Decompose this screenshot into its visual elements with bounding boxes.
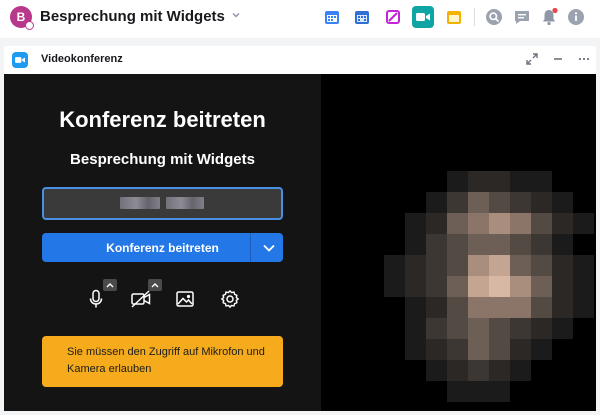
bell-icon[interactable]	[539, 7, 559, 27]
join-options-chevron-icon[interactable]	[261, 240, 277, 256]
header-divider	[474, 8, 475, 26]
camera-preview-image	[384, 171, 594, 402]
calendar-icon[interactable]	[322, 7, 342, 27]
video-widget-icon	[12, 52, 28, 68]
window-icon[interactable]	[444, 7, 464, 27]
chevron-down-icon	[231, 10, 241, 23]
microphone-options-caret-icon[interactable]	[103, 279, 117, 291]
room-avatar-letter: B	[16, 10, 26, 24]
virtual-background-icon[interactable]	[174, 288, 196, 310]
camera-preview	[321, 74, 596, 411]
display-name-obscured	[120, 197, 204, 209]
threads-icon[interactable]	[512, 7, 532, 27]
room-name: Besprechung mit Widgets	[40, 8, 225, 25]
presence-dot	[25, 21, 34, 30]
widget-title: Videokonferenz	[41, 53, 123, 65]
search-icon[interactable]	[484, 7, 504, 27]
conference-heading: Konferenz beitreten	[59, 107, 266, 132]
conference-room-name: Besprechung mit Widgets	[70, 151, 255, 168]
calendar-grid-icon[interactable]	[352, 7, 372, 27]
settings-gear-icon[interactable]	[219, 288, 241, 310]
whiteboard-icon[interactable]	[383, 7, 403, 27]
camera-options-caret-icon[interactable]	[148, 279, 162, 291]
room-name-dropdown[interactable]: Besprechung mit Widgets	[40, 8, 241, 25]
join-conference-label: Konferenz beitreten	[106, 240, 219, 255]
conference-prejoin: Konferenz beitreten Besprechung mit Widg…	[4, 74, 596, 411]
room-avatar[interactable]: B	[10, 6, 34, 30]
video-camera-icon[interactable]	[412, 6, 434, 28]
more-options-icon[interactable]	[576, 51, 592, 67]
camera-off-icon[interactable]	[130, 288, 152, 310]
widget-header: Videokonferenz	[4, 46, 596, 74]
maximize-icon[interactable]	[524, 51, 540, 67]
room-header: B Besprechung mit Widgets	[0, 0, 600, 38]
info-icon[interactable]	[566, 7, 586, 27]
permission-warning: Sie müssen den Zugriff auf Mikrofon und …	[42, 336, 283, 387]
join-conference-button[interactable]: Konferenz beitreten	[42, 233, 283, 262]
join-button-divider	[250, 233, 251, 262]
minimize-icon[interactable]	[550, 51, 566, 67]
microphone-icon[interactable]	[85, 288, 107, 310]
